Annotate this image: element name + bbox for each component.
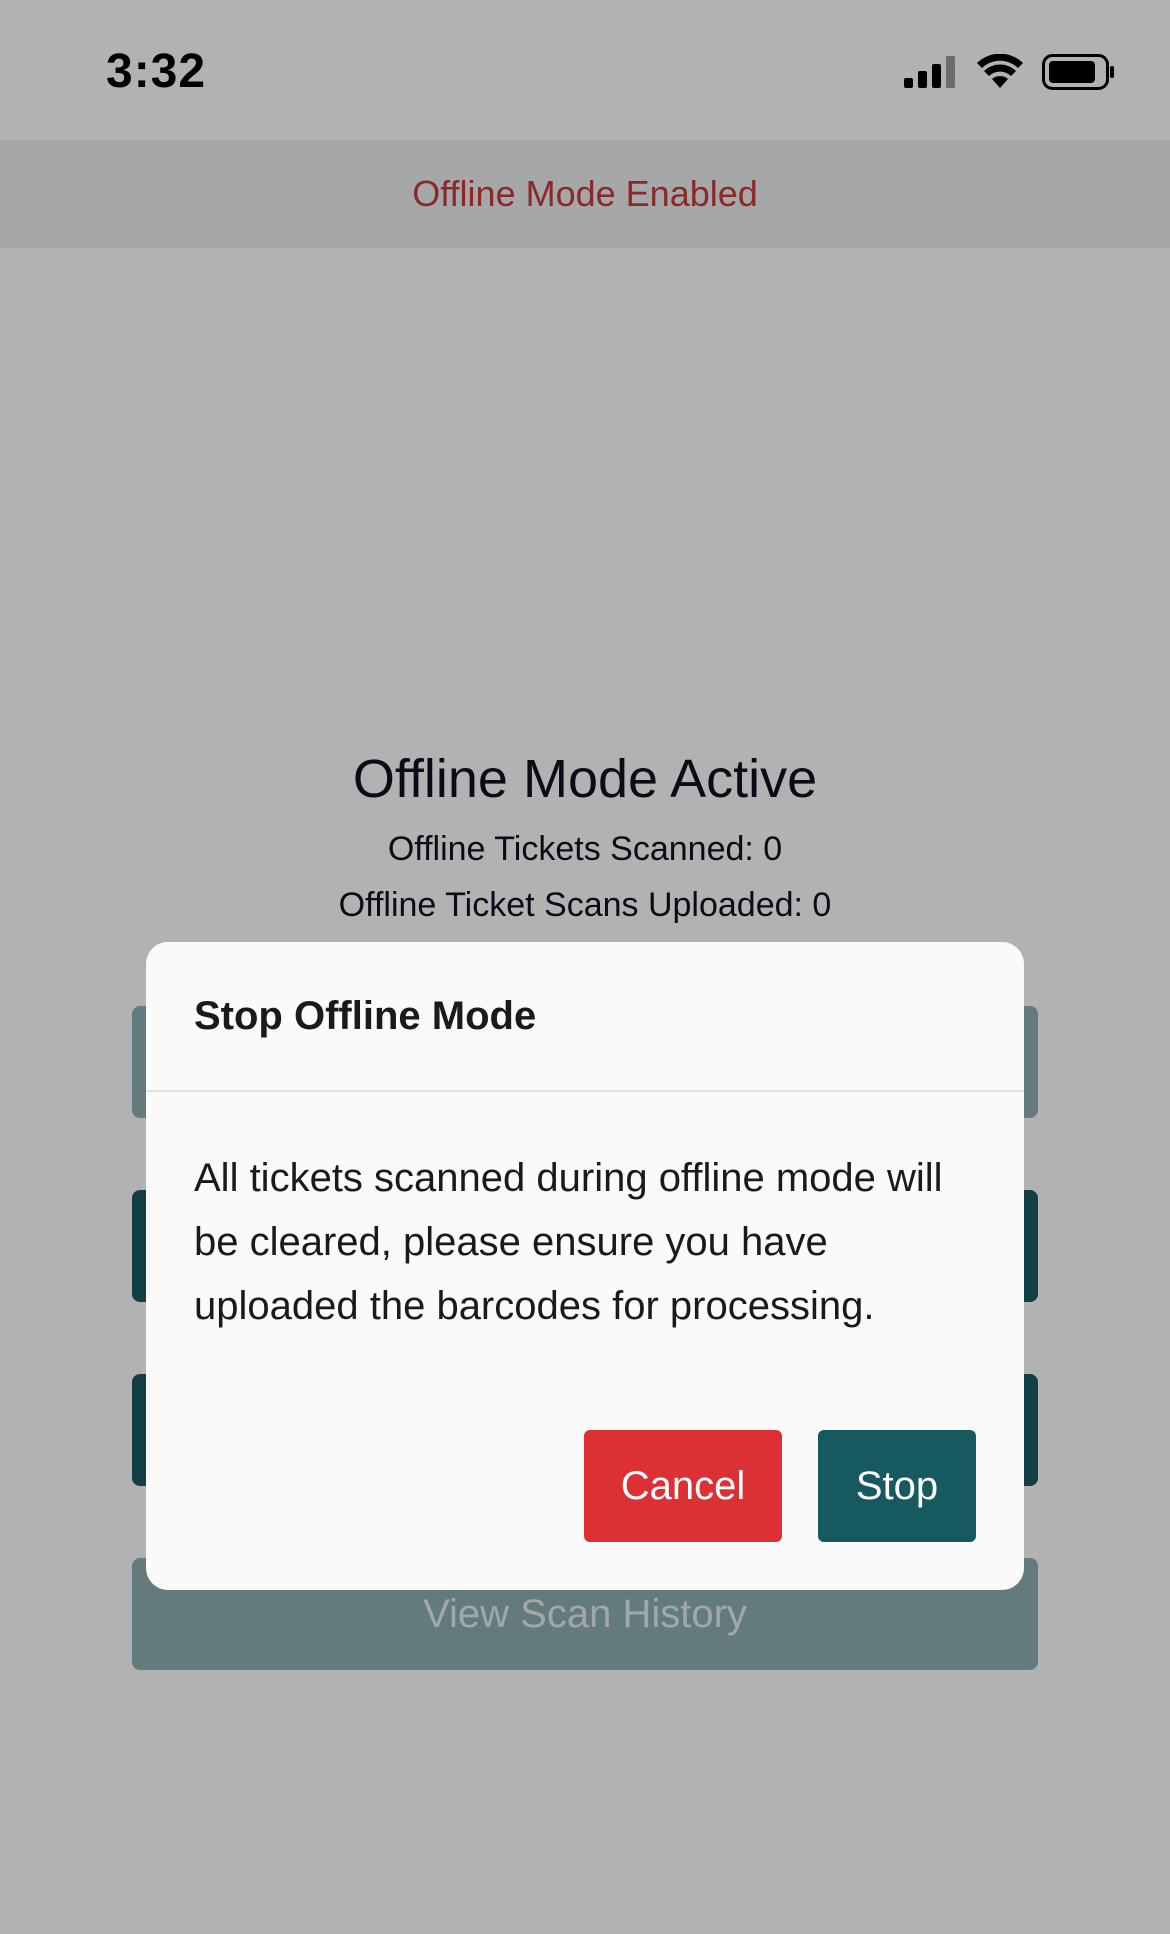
- stop-button[interactable]: Stop: [818, 1430, 976, 1542]
- dialog-header: Stop Offline Mode: [146, 942, 1024, 1092]
- dialog-message: All tickets scanned during offline mode …: [194, 1156, 943, 1328]
- dialog-title: Stop Offline Mode: [194, 994, 537, 1038]
- cancel-button[interactable]: Cancel: [584, 1430, 782, 1542]
- stop-offline-mode-dialog: Stop Offline Mode All tickets scanned du…: [146, 942, 1024, 1590]
